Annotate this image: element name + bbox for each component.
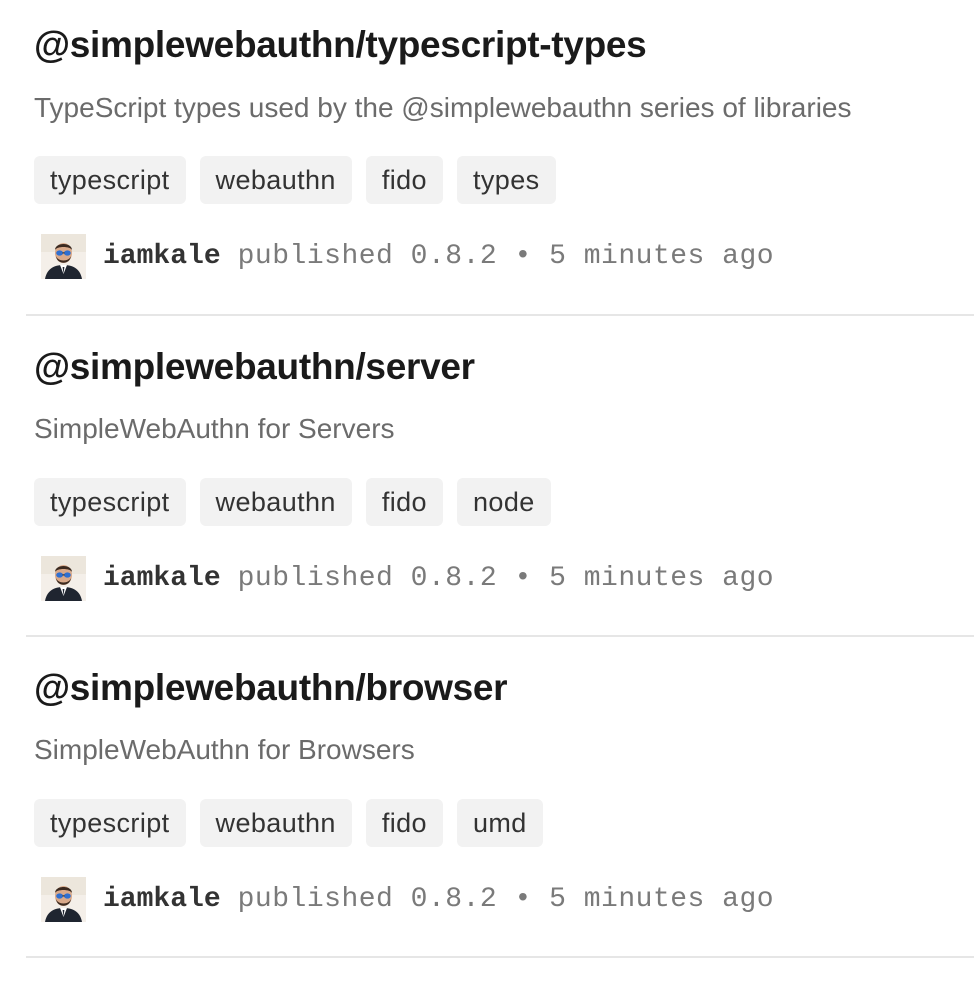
publisher-link[interactable]: iamkale <box>103 241 221 272</box>
keyword-tag[interactable]: typescript <box>34 156 186 204</box>
published-label: published <box>237 563 394 594</box>
keyword-tag[interactable]: webauthn <box>199 799 352 847</box>
keyword-tag[interactable]: types <box>456 156 556 204</box>
avatar[interactable] <box>41 556 86 601</box>
version: 0.8.2 <box>410 884 498 915</box>
keyword-tag[interactable]: typescript <box>34 478 186 526</box>
published-label: published <box>237 241 394 272</box>
publisher-link[interactable]: iamkale <box>103 884 221 915</box>
package-description: SimpleWebAuthn for Browsers <box>34 734 415 765</box>
keyword-tag[interactable]: node <box>456 478 551 526</box>
keyword-list: typescript webauthn fido types <box>34 156 556 204</box>
package-name-link[interactable]: @simplewebauthn/typescript-types <box>34 24 647 66</box>
keyword-tag[interactable]: webauthn <box>199 156 352 204</box>
package-description: SimpleWebAuthn for Servers <box>34 413 395 444</box>
avatar[interactable] <box>41 234 86 279</box>
keyword-tag[interactable]: typescript <box>34 799 186 847</box>
package-card: @simplewebauthn/browser SimpleWebAuthn f… <box>26 637 974 958</box>
published-time: 5 minutes ago <box>549 241 775 272</box>
publish-info: iamkale published 0.8.2 • 5 minutes ago <box>41 556 774 601</box>
keyword-list: typescript webauthn fido umd <box>34 799 543 847</box>
publish-info: iamkale published 0.8.2 • 5 minutes ago <box>41 877 774 922</box>
package-name-link[interactable]: @simplewebauthn/server <box>34 346 475 388</box>
keyword-tag[interactable]: webauthn <box>199 478 352 526</box>
keyword-tag[interactable]: fido <box>365 799 443 847</box>
separator-dot: • <box>514 241 532 272</box>
published-time: 5 minutes ago <box>549 884 775 915</box>
publisher-link[interactable]: iamkale <box>103 563 221 594</box>
separator-dot: • <box>514 563 532 594</box>
publish-info: iamkale published 0.8.2 • 5 minutes ago <box>41 234 774 279</box>
separator-dot: • <box>514 884 532 915</box>
keyword-list: typescript webauthn fido node <box>34 478 551 526</box>
published-label: published <box>237 884 394 915</box>
version: 0.8.2 <box>410 241 498 272</box>
package-card: @simplewebauthn/server SimpleWebAuthn fo… <box>26 316 974 637</box>
version: 0.8.2 <box>410 563 498 594</box>
package-list: @simplewebauthn/typescript-types TypeScr… <box>0 0 974 958</box>
avatar[interactable] <box>41 877 86 922</box>
keyword-tag[interactable]: umd <box>456 799 543 847</box>
keyword-tag[interactable]: fido <box>365 156 443 204</box>
keyword-tag[interactable]: fido <box>365 478 443 526</box>
published-time: 5 minutes ago <box>549 563 775 594</box>
package-card: @simplewebauthn/typescript-types TypeScr… <box>26 0 974 316</box>
package-description: TypeScript types used by the @simpleweba… <box>34 92 852 123</box>
package-name-link[interactable]: @simplewebauthn/browser <box>34 667 508 709</box>
